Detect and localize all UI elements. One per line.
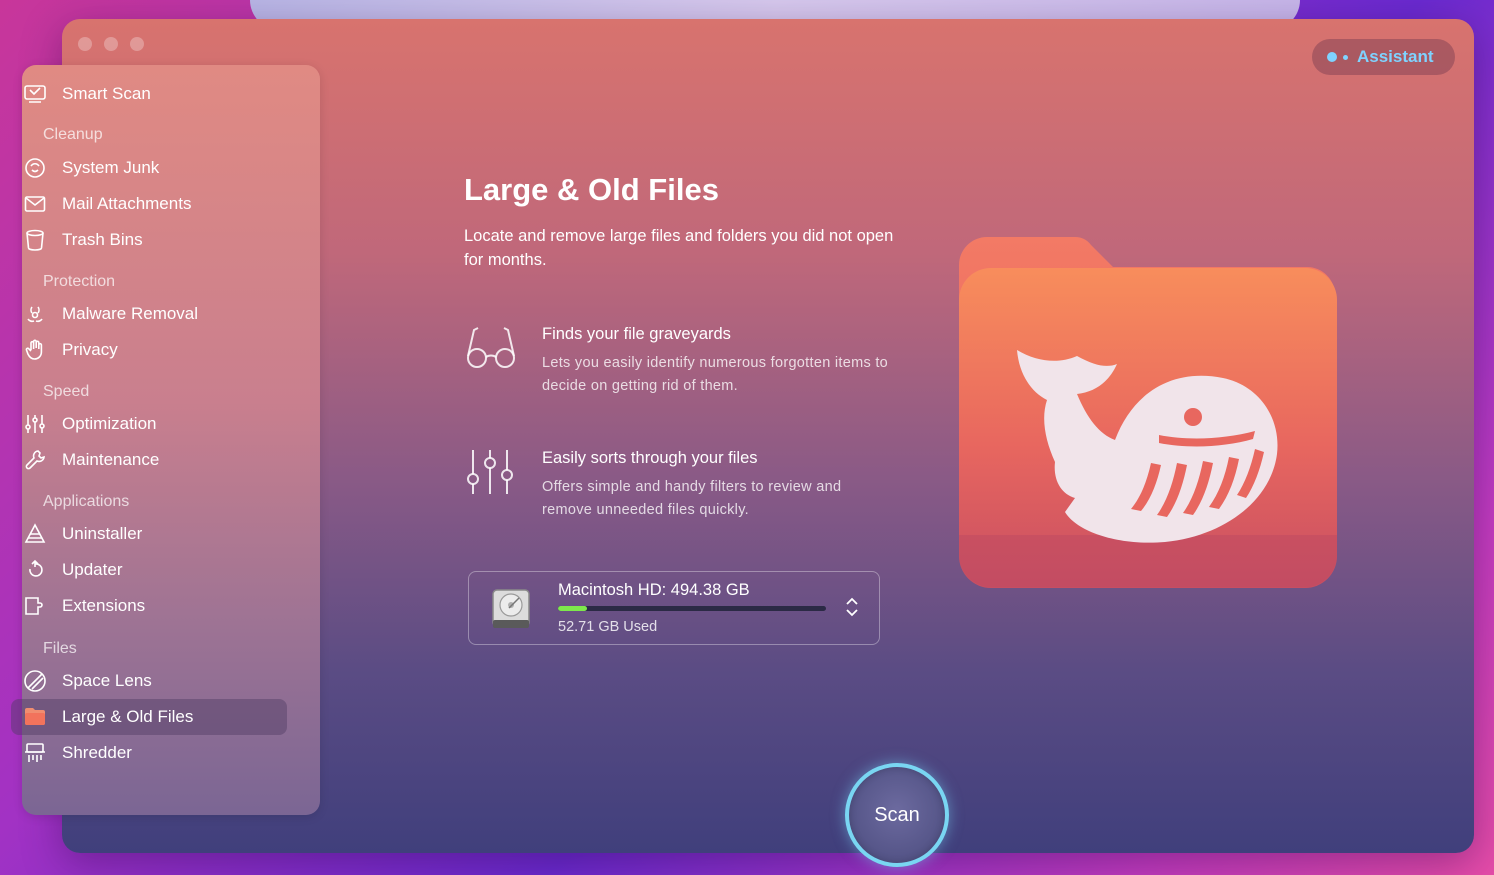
smart-scan-icon — [22, 81, 48, 107]
uninstaller-icon — [22, 521, 48, 547]
section-cleanup: Cleanup — [43, 126, 103, 143]
hand-icon — [22, 337, 48, 363]
sidebar-item-privacy[interactable]: Privacy — [11, 332, 287, 368]
disk-usage-bar — [558, 606, 826, 611]
biohazard-icon — [22, 301, 48, 327]
sidebar-item-uninstaller[interactable]: Uninstaller — [11, 516, 287, 552]
zoom-window-button[interactable] — [130, 37, 144, 51]
sidebar-item-label: System Junk — [62, 158, 160, 177]
disk-selector[interactable]: Macintosh HD: 494.38 GB 52.71 GB Used — [468, 571, 880, 645]
sidebar-item-malware-removal[interactable]: Malware Removal — [11, 296, 287, 332]
page-subtitle: Locate and remove large files and folder… — [464, 227, 894, 269]
section-speed: Speed — [43, 383, 90, 400]
disk-name: Macintosh HD: 494.38 GB — [558, 581, 750, 599]
sidebar-item-shredder[interactable]: Shredder — [11, 735, 287, 771]
feature-title: Finds your file graveyards — [542, 325, 731, 343]
sidebar-item-updater[interactable]: Updater — [11, 552, 287, 588]
sidebar-item-label: Maintenance — [62, 450, 160, 469]
sidebar-item-extensions[interactable]: Extensions — [11, 588, 287, 624]
sidebar-item-label: Space Lens — [62, 671, 152, 690]
sidebar-item-label: Smart Scan — [62, 84, 151, 103]
section-applications: Applications — [43, 493, 130, 510]
sidebar-item-space-lens[interactable]: Space Lens — [11, 663, 287, 699]
page-title: Large & Old Files — [464, 172, 719, 207]
assistant-dot-icon — [1327, 52, 1337, 62]
section-files: Files — [43, 640, 77, 657]
shredder-icon — [22, 740, 48, 766]
sidebar-item-optimization[interactable]: Optimization — [11, 406, 287, 442]
disk-usage-fill — [558, 606, 587, 611]
wrench-icon — [22, 447, 48, 473]
feature-description: Lets you easily identify numerous forgot… — [542, 355, 889, 394]
filters-icon — [465, 448, 517, 501]
extensions-icon — [22, 593, 48, 619]
mail-icon — [22, 191, 48, 217]
space-lens-icon — [22, 668, 48, 694]
window-controls — [78, 37, 144, 51]
sidebar-item-label: Mail Attachments — [62, 194, 192, 213]
assistant-small-dot-icon — [1343, 54, 1348, 60]
assistant-button[interactable]: Assistant — [1312, 39, 1455, 75]
sidebar-item-large-old-files[interactable]: Large & Old Files — [11, 699, 287, 735]
feature-title: Easily sorts through your files — [542, 449, 758, 467]
sidebar-item-smart-scan[interactable]: Smart Scan — [11, 76, 287, 112]
sidebar-item-label: Malware Removal — [62, 304, 199, 323]
trash-icon — [22, 227, 48, 253]
sidebar-item-label: Privacy — [62, 340, 118, 359]
sidebar-item-label: Updater — [62, 560, 123, 579]
large-files-whale-folder-illustration — [955, 235, 1341, 596]
sidebar-item-maintenance[interactable]: Maintenance — [11, 442, 287, 478]
sidebar-item-label: Trash Bins — [62, 230, 143, 249]
scan-button-label: Scan — [874, 803, 920, 826]
chevron-up-down-icon[interactable] — [845, 596, 859, 623]
sidebar-item-label: Uninstaller — [62, 524, 143, 543]
disk-used-text: 52.71 GB Used — [558, 619, 658, 635]
glasses-icon — [465, 326, 517, 377]
sidebar-item-label: Large & Old Files — [62, 707, 194, 726]
sidebar-item-system-junk[interactable]: System Junk — [11, 150, 287, 186]
section-protection: Protection — [43, 273, 116, 290]
feature-description: Offers simple and handy filters to revie… — [542, 479, 842, 518]
sidebar-item-label: Shredder — [62, 743, 132, 762]
close-window-button[interactable] — [78, 37, 92, 51]
scan-button[interactable]: Scan — [845, 763, 949, 867]
updater-icon — [22, 557, 48, 583]
sliders-icon — [22, 411, 48, 437]
system-junk-icon — [22, 155, 48, 181]
hard-drive-icon — [489, 586, 533, 637]
sidebar-item-trash-bins[interactable]: Trash Bins — [11, 222, 287, 258]
sidebar-item-label: Extensions — [62, 596, 146, 615]
assistant-label: Assistant — [1357, 47, 1434, 66]
minimize-window-button[interactable] — [104, 37, 118, 51]
folder-icon — [22, 704, 48, 730]
sidebar-item-label: Optimization — [62, 414, 157, 433]
sidebar-item-mail-attachments[interactable]: Mail Attachments — [11, 186, 287, 222]
